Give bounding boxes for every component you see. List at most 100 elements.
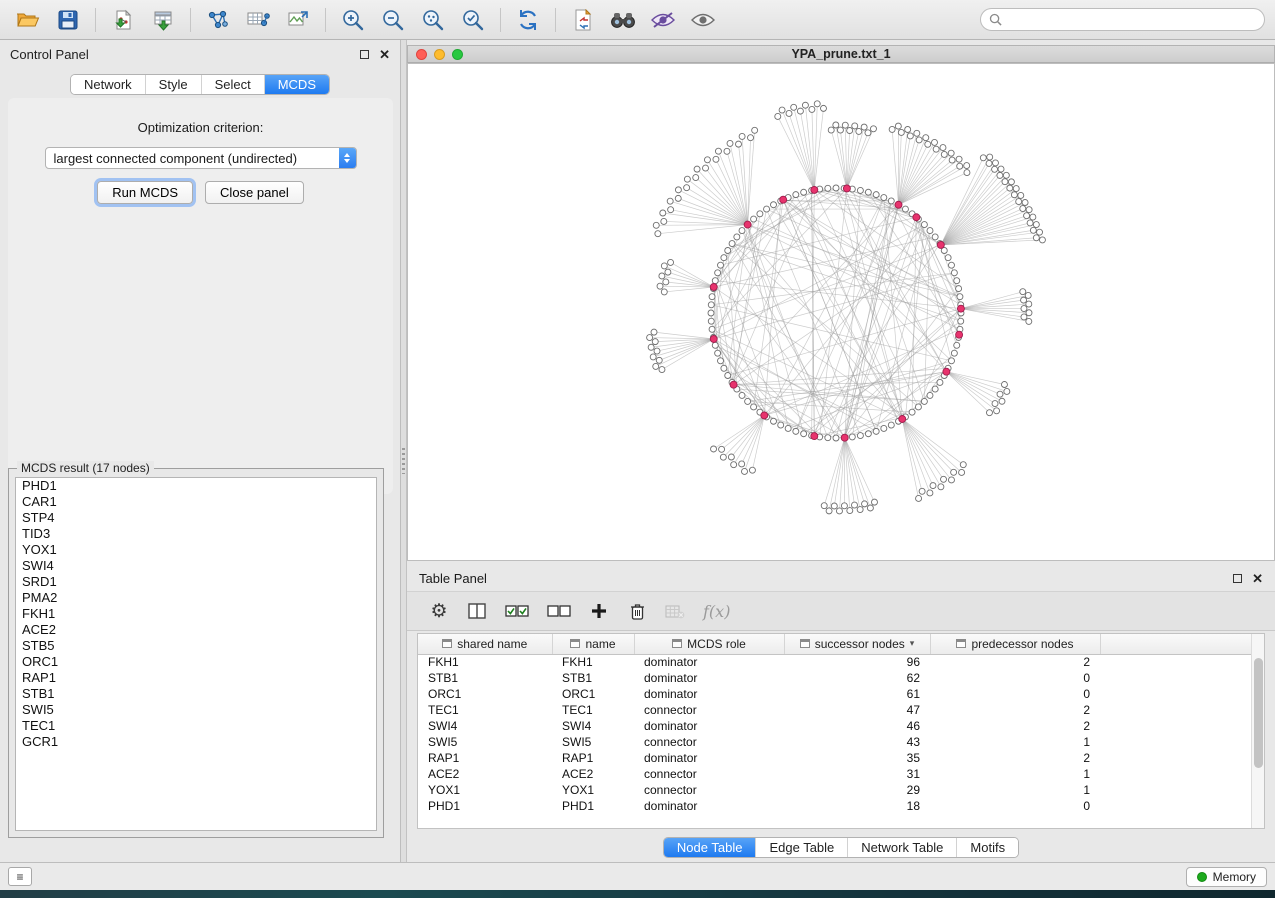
- table-row[interactable]: ACE2ACE2connector311: [418, 766, 1264, 782]
- list-item[interactable]: TEC1: [16, 718, 376, 734]
- new-network-button[interactable]: [200, 5, 236, 35]
- export-document-button[interactable]: [565, 5, 601, 35]
- search-network-button[interactable]: [605, 5, 641, 35]
- tab-network-table[interactable]: Network Table: [848, 838, 957, 857]
- add-column-button[interactable]: [589, 599, 609, 623]
- new-network-icon: [206, 9, 230, 31]
- show-details-button[interactable]: [685, 5, 721, 35]
- gear-icon: ⚙: [430, 602, 447, 621]
- list-item[interactable]: PMA2: [16, 590, 376, 606]
- network-canvas[interactable]: [407, 63, 1275, 561]
- tab-style[interactable]: Style: [146, 75, 202, 94]
- column-header-shared-name[interactable]: shared name: [418, 634, 552, 654]
- list-item[interactable]: GCR1: [16, 734, 376, 750]
- tab-motifs[interactable]: Motifs: [957, 838, 1018, 857]
- desktop-background: [0, 890, 1275, 898]
- list-item[interactable]: ACE2: [16, 622, 376, 638]
- deselect-all-button[interactable]: [547, 599, 571, 623]
- table-cell: STB1: [552, 670, 634, 686]
- table-cell: PHD1: [418, 798, 552, 814]
- zoom-in-icon: [341, 8, 365, 32]
- network-window-titlebar[interactable]: YPA_prune.txt_1: [407, 45, 1275, 63]
- column-layout-button[interactable]: [467, 599, 487, 623]
- table-cell: 31: [784, 766, 930, 782]
- float-table-panel-icon[interactable]: [1233, 574, 1242, 583]
- network-table-button[interactable]: [240, 5, 276, 35]
- table-row[interactable]: TEC1TEC1connector472: [418, 702, 1264, 718]
- list-item[interactable]: STP4: [16, 510, 376, 526]
- table-scrollbar[interactable]: [1251, 634, 1264, 828]
- list-item[interactable]: YOX1: [16, 542, 376, 558]
- close-table-panel-icon[interactable]: ✕: [1252, 572, 1263, 585]
- tab-network[interactable]: Network: [71, 75, 146, 94]
- list-item[interactable]: SWI4: [16, 558, 376, 574]
- list-item[interactable]: SRD1: [16, 574, 376, 590]
- function-builder-button[interactable]: f(x): [703, 599, 730, 623]
- table-row[interactable]: SWI4SWI4dominator462: [418, 718, 1264, 734]
- table-cell: dominator: [634, 718, 784, 734]
- close-panel-icon[interactable]: ✕: [379, 48, 390, 61]
- tab-node-table[interactable]: Node Table: [664, 838, 757, 857]
- column-header-predecessor-nodes[interactable]: predecessor nodes: [930, 634, 1100, 654]
- list-item[interactable]: RAP1: [16, 670, 376, 686]
- close-panel-button[interactable]: Close panel: [205, 181, 304, 204]
- select-all-button[interactable]: [505, 599, 529, 623]
- float-panel-icon[interactable]: [360, 50, 369, 59]
- tab-select[interactable]: Select: [202, 75, 265, 94]
- table-cell: 2: [930, 702, 1100, 718]
- mcds-result-groupbox: MCDS result (17 nodes) PHD1CAR1STP4TID3Y…: [8, 468, 384, 838]
- delete-column-button[interactable]: [627, 599, 647, 623]
- delete-table-button[interactable]: [665, 599, 685, 623]
- column-header-successor-nodes[interactable]: successor nodes▾: [784, 634, 930, 654]
- hide-details-button[interactable]: [645, 5, 681, 35]
- memory-button[interactable]: Memory: [1186, 867, 1267, 887]
- mcds-result-title: MCDS result (17 nodes): [17, 461, 154, 475]
- table-row[interactable]: STB1STB1dominator620: [418, 670, 1264, 686]
- table-cell: [1100, 782, 1264, 798]
- table-cell: 43: [784, 734, 930, 750]
- table-cell: SWI4: [418, 718, 552, 734]
- zoom-fit-button[interactable]: [415, 5, 451, 35]
- table-cell: SWI4: [552, 718, 634, 734]
- status-bar: ≡ Memory: [0, 862, 1275, 890]
- export-image-button[interactable]: [280, 5, 316, 35]
- search-input[interactable]: [1008, 13, 1256, 27]
- zoom-selected-button[interactable]: [455, 5, 491, 35]
- import-table-button[interactable]: [145, 5, 181, 35]
- status-menu-button[interactable]: ≡: [8, 867, 32, 886]
- open-session-button[interactable]: [10, 5, 46, 35]
- list-item[interactable]: TID3: [16, 526, 376, 542]
- run-mcds-button[interactable]: Run MCDS: [97, 181, 193, 204]
- tab-edge-table[interactable]: Edge Table: [756, 838, 848, 857]
- scrollbar-thumb[interactable]: [1254, 658, 1263, 768]
- list-item[interactable]: SWI5: [16, 702, 376, 718]
- table-settings-button[interactable]: ⚙: [429, 599, 449, 623]
- list-item[interactable]: ORC1: [16, 654, 376, 670]
- table-row[interactable]: ORC1ORC1dominator610: [418, 686, 1264, 702]
- table-cell: ORC1: [552, 686, 634, 702]
- import-network-button[interactable]: [105, 5, 141, 35]
- list-item[interactable]: STB5: [16, 638, 376, 654]
- list-item[interactable]: FKH1: [16, 606, 376, 622]
- column-header-mcds-role[interactable]: MCDS role: [634, 634, 784, 654]
- table-cell: 1: [930, 782, 1100, 798]
- network-graph[interactable]: [408, 64, 1274, 560]
- list-item[interactable]: CAR1: [16, 494, 376, 510]
- list-item[interactable]: STB1: [16, 686, 376, 702]
- apply-layout-button[interactable]: [510, 5, 546, 35]
- list-item[interactable]: PHD1: [16, 478, 376, 494]
- table-cell: [1100, 654, 1264, 670]
- table-row[interactable]: YOX1YOX1connector291: [418, 782, 1264, 798]
- column-header-name[interactable]: name: [552, 634, 634, 654]
- save-session-button[interactable]: [50, 5, 86, 35]
- table-row[interactable]: FKH1FKH1dominator962: [418, 654, 1264, 670]
- table-row[interactable]: RAP1RAP1dominator352: [418, 750, 1264, 766]
- optimization-criterion-select[interactable]: largest connected component (undirected): [45, 147, 357, 169]
- zoom-out-button[interactable]: [375, 5, 411, 35]
- zoom-in-button[interactable]: [335, 5, 371, 35]
- table-row[interactable]: SWI5SWI5connector431: [418, 734, 1264, 750]
- tab-mcds[interactable]: MCDS: [265, 75, 329, 94]
- toolbar-search[interactable]: [980, 8, 1265, 31]
- table-row[interactable]: PHD1PHD1dominator180: [418, 798, 1264, 814]
- mcds-result-list[interactable]: PHD1CAR1STP4TID3YOX1SWI4SRD1PMA2FKH1ACE2…: [15, 477, 377, 831]
